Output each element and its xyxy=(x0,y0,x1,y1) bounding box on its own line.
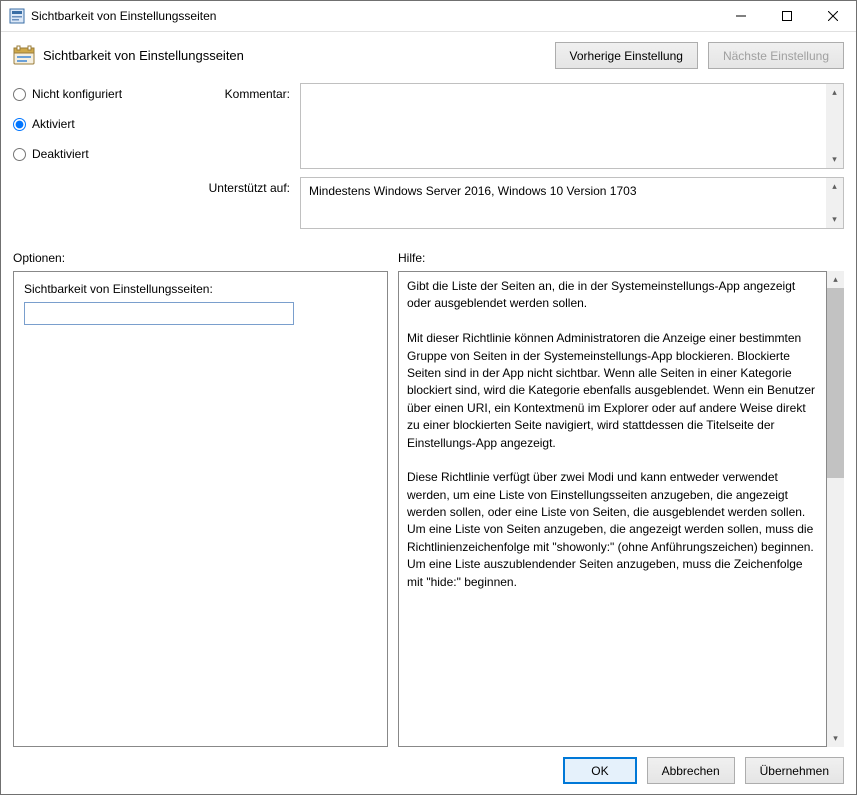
radio-enabled[interactable]: Aktiviert xyxy=(13,117,188,131)
help-paragraph-1: Gibt die Liste der Seiten an, die in der… xyxy=(407,278,818,313)
help-scrollbar[interactable]: ▴ ▾ xyxy=(827,271,844,747)
panels: Sichtbarkeit von Einstellungsseiten: Gib… xyxy=(13,271,844,747)
close-button[interactable] xyxy=(810,1,856,31)
radio-not-configured-input[interactable] xyxy=(13,88,26,101)
window-controls xyxy=(718,1,856,31)
help-paragraph-2: Mit dieser Richtlinie können Administrat… xyxy=(407,330,818,452)
radio-disabled-input[interactable] xyxy=(13,148,26,161)
comment-label: Kommentar: xyxy=(194,83,294,101)
comment-scrollbar[interactable]: ▴ ▾ xyxy=(826,84,843,168)
option-field-label: Sichtbarkeit von Einstellungsseiten: xyxy=(24,282,377,296)
help-label: Hilfe: xyxy=(398,251,425,265)
supported-scrollbar[interactable]: ▴ ▾ xyxy=(826,178,843,228)
scroll-down-icon[interactable]: ▾ xyxy=(827,730,844,747)
previous-setting-button[interactable]: Vorherige Einstellung xyxy=(555,42,698,69)
policy-icon xyxy=(13,45,35,67)
app-icon xyxy=(9,8,25,24)
titlebar: Sichtbarkeit von Einstellungsseiten xyxy=(1,1,856,32)
scroll-down-icon[interactable]: ▾ xyxy=(826,151,843,168)
next-setting-button[interactable]: Nächste Einstellung xyxy=(708,42,844,69)
dialog-footer: OK Abbrechen Übernehmen xyxy=(13,757,844,784)
cancel-button[interactable]: Abbrechen xyxy=(647,757,735,784)
ok-button[interactable]: OK xyxy=(563,757,636,784)
visibility-input[interactable] xyxy=(24,302,294,325)
options-panel: Sichtbarkeit von Einstellungsseiten: xyxy=(13,271,388,747)
radio-disabled[interactable]: Deaktiviert xyxy=(13,147,188,161)
window-title: Sichtbarkeit von Einstellungsseiten xyxy=(31,9,718,23)
top-grid: Nicht konfiguriert Aktiviert Deaktiviert… xyxy=(13,83,844,229)
header-row: Sichtbarkeit von Einstellungsseiten Vorh… xyxy=(13,42,844,69)
scroll-down-icon[interactable]: ▾ xyxy=(826,211,843,228)
scrollbar-thumb[interactable] xyxy=(827,288,844,478)
radio-not-configured[interactable]: Nicht konfiguriert xyxy=(13,87,188,101)
supported-on-box: Mindestens Windows Server 2016, Windows … xyxy=(300,177,844,229)
supported-label: Unterstützt auf: xyxy=(194,173,294,195)
minimize-button[interactable] xyxy=(718,1,764,31)
help-paragraph-3: Diese Richtlinie verfügt über zwei Modi … xyxy=(407,469,818,591)
scroll-up-icon[interactable]: ▴ xyxy=(826,178,843,195)
panel-labels: Optionen: Hilfe: xyxy=(13,251,844,265)
radio-not-configured-label: Nicht konfiguriert xyxy=(32,87,122,101)
radio-enabled-input[interactable] xyxy=(13,118,26,131)
radio-disabled-label: Deaktiviert xyxy=(32,147,89,161)
maximize-button[interactable] xyxy=(764,1,810,31)
state-radio-group: Nicht konfiguriert Aktiviert Deaktiviert xyxy=(13,83,188,161)
client-area: Sichtbarkeit von Einstellungsseiten Vorh… xyxy=(1,32,856,794)
comment-textarea[interactable]: ▴ ▾ xyxy=(300,83,844,169)
help-panel: Gibt die Liste der Seiten an, die in der… xyxy=(398,271,827,747)
page-title: Sichtbarkeit von Einstellungsseiten xyxy=(43,48,555,63)
options-label: Optionen: xyxy=(13,251,398,265)
scroll-up-icon[interactable]: ▴ xyxy=(826,84,843,101)
radio-enabled-label: Aktiviert xyxy=(32,117,75,131)
scroll-up-icon[interactable]: ▴ xyxy=(827,271,844,288)
help-wrap: Gibt die Liste der Seiten an, die in der… xyxy=(398,271,844,747)
supported-on-text: Mindestens Windows Server 2016, Windows … xyxy=(309,184,637,198)
apply-button[interactable]: Übernehmen xyxy=(745,757,844,784)
dialog-window: Sichtbarkeit von Einstellungsseiten xyxy=(0,0,857,795)
